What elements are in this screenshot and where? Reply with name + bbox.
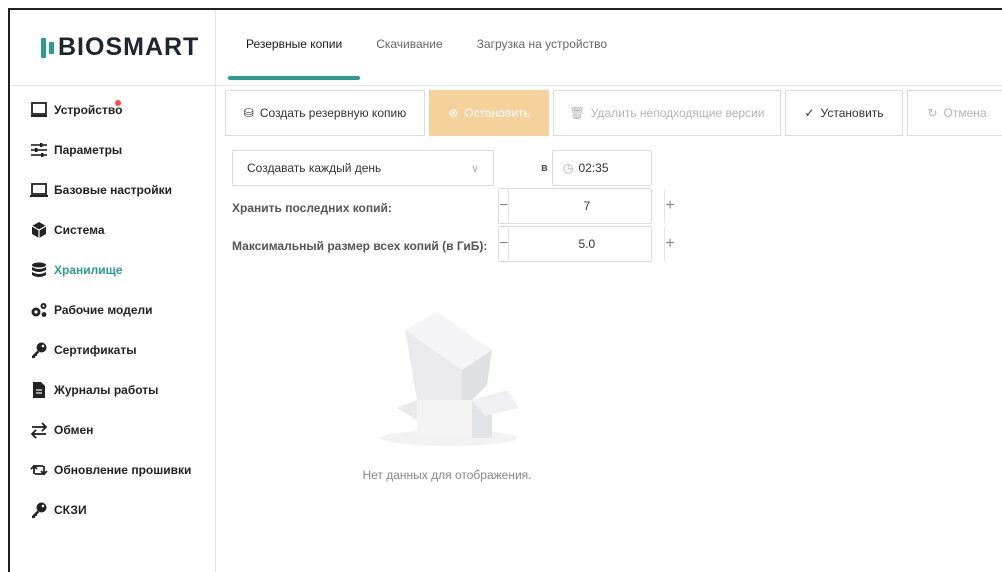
time-picker[interactable]: ◷ 02:35 [552, 150, 652, 186]
empty-state-text: Нет данных для отображения. [362, 468, 532, 482]
max-size-stepper: − + [498, 226, 675, 262]
gears-icon [30, 301, 48, 319]
tab-backups[interactable]: Резервные копии [228, 10, 361, 80]
time-at-label: в [541, 162, 548, 174]
database-icon: ⛁ [243, 106, 254, 120]
stop-button[interactable]: ⊗ Остановить [429, 90, 549, 136]
database-icon [30, 261, 48, 279]
stop-circle-icon: ⊗ [448, 106, 459, 120]
chevron-down-icon: ∨ [470, 163, 479, 175]
keep-copies-stepper: − + [498, 188, 675, 224]
trash-icon: 🗑 [569, 106, 585, 120]
key-icon [30, 501, 48, 519]
sidebar-item-label: Рабочие модели [54, 303, 153, 317]
sidebar-item-label: Обновление прошивки [54, 463, 192, 477]
logo: BIOSMART [10, 10, 215, 86]
undo-icon: ↻ [927, 106, 938, 120]
sidebar-item-certificates[interactable]: Сертификаты [10, 330, 215, 370]
sidebar-item-label: СКЗИ [54, 503, 87, 517]
document-icon [30, 381, 48, 399]
tab-download[interactable]: Скачивание [376, 10, 442, 80]
time-value: 02:35 [578, 161, 609, 175]
sidebar-item-device[interactable]: Устройство [10, 90, 215, 130]
tab-upload-to-device[interactable]: Загрузка на устройство [477, 10, 607, 80]
toolbar: ⛁ Создать резервную копию ⊗ Остановить 🗑… [225, 90, 1002, 136]
sidebar-item-label: Система [54, 223, 105, 237]
sidebar-item-label: Журналы работы [54, 383, 159, 397]
retweet-icon [30, 461, 48, 479]
sidebar-item-skzi[interactable]: СКЗИ [10, 490, 215, 530]
laptop-icon [30, 181, 48, 199]
max-size-decrement-button[interactable]: − [499, 227, 510, 261]
app-window: BIOSMART Устройство Параметры Базовые на… [8, 8, 1002, 572]
cancel-button[interactable]: ↻ Отмена [907, 90, 1002, 136]
sidebar-item-label: Устройство [54, 103, 123, 117]
sidebar-item-storage[interactable]: Хранилище [10, 250, 215, 290]
max-size-label: Максимальный размер всех копий (в ГиБ): [232, 239, 488, 253]
install-button[interactable]: ✓ Установить [785, 90, 903, 136]
notification-dot [115, 100, 121, 106]
sidebar-item-parameters[interactable]: Параметры [10, 130, 215, 170]
empty-state: Нет данных для отображения. [347, 310, 547, 482]
main-content: Резервные копии Скачивание Загрузка на у… [217, 10, 1002, 572]
sidebar-nav: Устройство Параметры Базовые настройки С… [10, 86, 215, 530]
sidebar-item-firmware-update[interactable]: Обновление прошивки [10, 450, 215, 490]
delete-unsuitable-versions-button[interactable]: 🗑 Удалить неподходящие версии [553, 90, 781, 136]
sidebar-item-label: Сертификаты [54, 343, 137, 357]
logo-text: BIOSMART [58, 33, 200, 61]
laptop-icon [30, 101, 48, 119]
frequency-value: Создавать каждый день [247, 161, 382, 175]
sidebar-item-system[interactable]: Система [10, 210, 215, 250]
sidebar-item-basic-settings[interactable]: Базовые настройки [10, 170, 215, 210]
sidebar: BIOSMART Устройство Параметры Базовые на… [10, 10, 216, 572]
sidebar-item-logs[interactable]: Журналы работы [10, 370, 215, 410]
keep-copies-decrement-button[interactable]: − [499, 189, 510, 223]
create-backup-button[interactable]: ⛁ Создать резервную копию [225, 90, 425, 136]
sidebar-item-label: Параметры [54, 143, 123, 157]
tab-bar: Резервные копии Скачивание Загрузка на у… [217, 10, 1002, 86]
keep-copies-increment-button[interactable]: + [664, 189, 675, 223]
clock-icon: ◷ [563, 161, 574, 175]
max-size-increment-button[interactable]: + [664, 227, 675, 261]
cube-icon [30, 221, 48, 239]
max-size-input[interactable] [509, 227, 665, 261]
swap-icon [30, 421, 48, 439]
empty-box-icon [381, 312, 519, 446]
logo-mark-icon [41, 37, 54, 58]
sidebar-item-label: Хранилище [54, 263, 123, 277]
frequency-select[interactable]: Создавать каждый день ∨ [232, 150, 494, 186]
check-icon: ✓ [804, 106, 815, 120]
sidebar-item-work-models[interactable]: Рабочие модели [10, 290, 215, 330]
sliders-icon [30, 141, 48, 159]
sidebar-item-exchange[interactable]: Обмен [10, 410, 215, 450]
keep-copies-input[interactable] [509, 189, 665, 223]
sidebar-item-label: Обмен [54, 423, 94, 437]
sidebar-item-label: Базовые настройки [54, 183, 172, 197]
key-icon [30, 341, 48, 359]
keep-copies-label: Хранить последних копий: [232, 201, 392, 215]
